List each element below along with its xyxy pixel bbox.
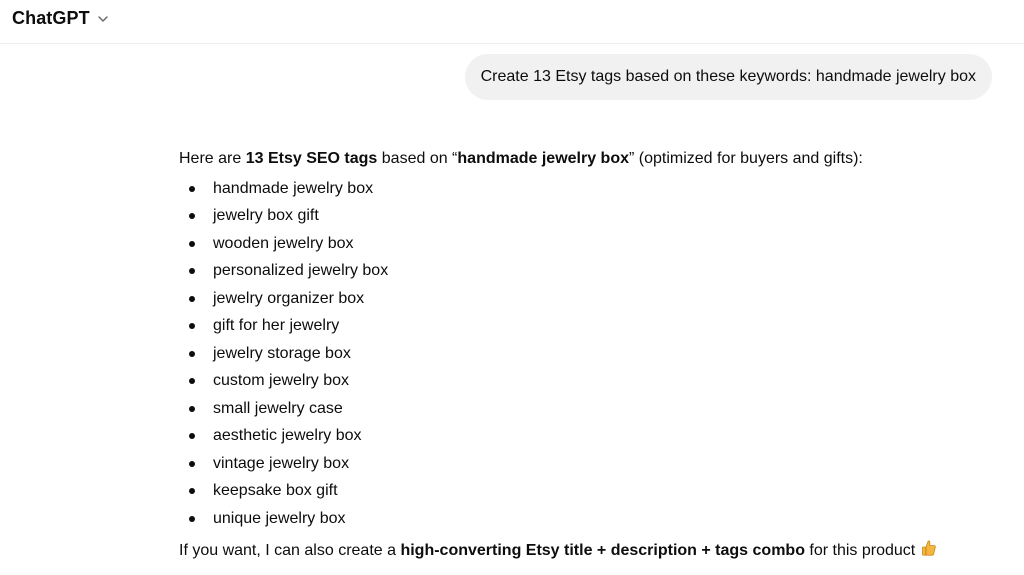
bullet-icon	[189, 295, 195, 302]
tag-text: unique jewelry box	[213, 509, 346, 527]
user-message-bubble: Create 13 Etsy tags based on these keywo…	[464, 54, 992, 100]
bullet-icon	[189, 350, 195, 357]
tag-list: handmade jewelry box jewelry box gift wo…	[179, 175, 999, 533]
bullet-icon	[189, 185, 195, 192]
model-switcher-button[interactable]: ChatGPT	[12, 6, 110, 30]
tag-text: handmade jewelry box	[213, 179, 374, 197]
intro-bold-1: 13 Etsy SEO tags	[245, 150, 378, 167]
tag-text: aesthetic jewelry box	[213, 427, 362, 444]
tag-text: gift for her jewelry	[213, 317, 340, 334]
list-item: aesthetic jewelry box	[179, 422, 999, 450]
intro-text-2: based on “	[377, 150, 458, 167]
tag-text: custom jewelry box	[213, 372, 350, 389]
tag-text: keepsake box gift	[213, 482, 338, 499]
intro-bold-2: handmade jewelry box	[457, 150, 629, 167]
bullet-icon	[189, 240, 195, 247]
outro-text-2: for this product	[804, 542, 916, 559]
list-item: gift for her jewelry	[179, 312, 999, 340]
bullet-icon	[189, 488, 195, 494]
tag-text: vintage jewelry box	[213, 454, 350, 472]
user-message-text: Create 13 Etsy tags based on these keywo…	[480, 68, 976, 85]
list-item: wooden jewelry box	[179, 230, 999, 258]
list-item: personalized jewelry box	[179, 257, 999, 285]
assistant-outro: If you want, I can also create a high-co…	[179, 537, 999, 565]
model-name: ChatGPT	[12, 7, 90, 28]
tag-text: jewelry box gift	[213, 207, 319, 224]
list-item: jewelry storage box	[179, 340, 999, 368]
tag-text: personalized jewelry box	[213, 262, 389, 279]
outro-bold: high-converting Etsy title + description…	[400, 542, 805, 559]
intro-text-1: Here are	[179, 150, 246, 167]
tag-text: jewelry storage box	[213, 344, 351, 362]
bullet-icon	[189, 460, 195, 467]
intro-text-3: ” (optimized for buyers and gifts):	[629, 150, 863, 167]
tag-text: small jewelry case	[213, 399, 343, 417]
bullet-icon	[189, 323, 195, 329]
list-item: small jewelry case	[179, 395, 999, 423]
list-item: custom jewelry box	[179, 367, 999, 395]
bullet-icon	[189, 405, 195, 412]
bullet-icon	[189, 268, 195, 274]
list-item: jewelry organizer box	[179, 285, 999, 313]
bullet-icon	[189, 433, 195, 439]
assistant-intro: Here are 13 Etsy SEO tags based on “hand…	[179, 145, 999, 173]
bullet-icon	[189, 378, 195, 384]
list-item: vintage jewelry box	[179, 450, 999, 478]
bullet-icon	[189, 515, 195, 522]
outro-text-1: If you want, I can also create a	[179, 542, 401, 559]
tag-text: jewelry organizer box	[213, 289, 365, 307]
list-item: unique jewelry box	[179, 505, 999, 533]
assistant-message: Here are 13 Etsy SEO tags based on “hand…	[179, 145, 999, 565]
top-bar: ChatGPT	[0, 0, 1024, 44]
chevron-down-icon	[96, 12, 110, 26]
tag-text: wooden jewelry box	[213, 234, 354, 252]
list-item: keepsake box gift	[179, 477, 999, 505]
thumbs-up-emoji-icon	[921, 539, 937, 557]
list-item: handmade jewelry box	[179, 175, 999, 203]
bullet-icon	[189, 213, 195, 219]
list-item: jewelry box gift	[179, 202, 999, 230]
